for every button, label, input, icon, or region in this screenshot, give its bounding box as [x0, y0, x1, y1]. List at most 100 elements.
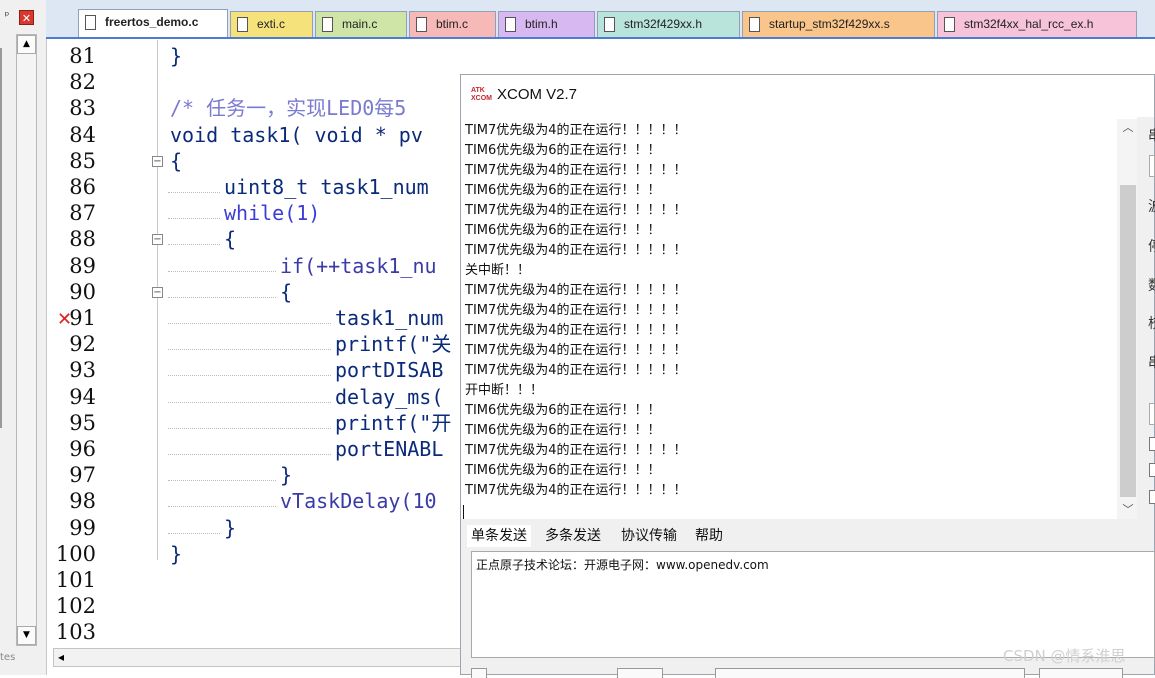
xcom-logo-icon: ATK XCOM [471, 87, 493, 105]
fold-gutter-line [157, 40, 158, 560]
receive-line: TIM7优先级为4的正在运行！！！！！ [465, 203, 687, 218]
send-options-row [471, 668, 1155, 678]
receive-line: 开中断！！！ [465, 383, 544, 398]
send-tab-2[interactable]: 协议传输 [621, 525, 677, 547]
tab-startup-stm32f429xx-s[interactable]: startup_stm32f429xx.s [742, 11, 935, 38]
line-number: 82 [69, 70, 96, 94]
line-number: 87 [69, 201, 96, 225]
line-number: 92 [69, 332, 96, 356]
code-line: /* 任务一，实现LED0每5 [170, 96, 407, 120]
open-file-button[interactable] [1039, 668, 1123, 678]
timed-send-checkbox[interactable] [471, 668, 487, 678]
settings-combo-2[interactable] [1149, 403, 1155, 425]
settings-label: 串 [1148, 125, 1155, 145]
scroll-left-icon[interactable]: ◂ [58, 649, 64, 666]
editor-horizontal-scrollbar[interactable]: ◂ [53, 648, 473, 667]
code-line: { [170, 149, 183, 173]
scroll-down-button[interactable]: ▼ [17, 626, 36, 645]
tab-stm32f4xx-hal-rcc-ex-h[interactable]: stm32f4xx_hal_rcc_ex.h [937, 11, 1137, 38]
tab-label: main.c [342, 17, 378, 31]
indent-guide [168, 297, 276, 298]
watermark: CSDN @情系淮思 [1003, 647, 1126, 665]
indent-guide [168, 533, 220, 534]
fold-toggle-icon[interactable]: − [152, 287, 163, 298]
fold-toggle-icon[interactable]: − [152, 156, 163, 167]
receive-line: TIM6优先级为6的正在运行！！！ [465, 423, 661, 438]
option-checkbox-1[interactable] [1149, 437, 1155, 451]
fold-toggle-icon[interactable]: − [152, 234, 163, 245]
project-panel-scrollbar[interactable]: ▲ ▼ [16, 34, 37, 646]
receive-line: TIM6优先级为6的正在运行！！！ [465, 403, 661, 418]
indent-guide [168, 454, 331, 455]
code-line: task1_num [335, 306, 444, 330]
file-path-input[interactable] [715, 668, 1025, 678]
indent-guide [168, 375, 331, 376]
code-line: } [280, 463, 293, 487]
line-number: 89 [69, 254, 96, 278]
code-line: portDISAB [335, 358, 444, 382]
code-line: portENABL [335, 437, 444, 461]
pin-icon[interactable]: ᵖ [1, 9, 13, 23]
xcom-title: XCOM V2.7 [497, 86, 578, 103]
receive-scroll-thumb[interactable] [1120, 185, 1136, 497]
tab-label: freertos_demo.c [105, 15, 199, 29]
code-line: void task1( void * pv [170, 123, 423, 147]
scroll-up-button[interactable]: ▲ [17, 35, 36, 54]
line-number: 94 [69, 385, 96, 409]
project-panel: ᵖ ✕ ▲ ▼ tes [0, 0, 47, 675]
settings-label: 波 [1148, 196, 1155, 216]
settings-label: 停 [1148, 236, 1155, 256]
code-line: while(1) [224, 201, 321, 225]
line-number: 86 [69, 175, 96, 199]
receive-line: TIM7优先级为4的正在运行！！！！！ [465, 123, 687, 138]
close-icon[interactable]: ✕ [19, 10, 34, 25]
receive-line: 关中断！！ [465, 263, 531, 278]
settings-label: 串 [1148, 352, 1155, 372]
line-number: 102 [55, 594, 96, 618]
tab-btim-h[interactable]: btim.h [498, 11, 595, 38]
receive-line: TIM7优先级为4的正在运行！！！！！ [465, 443, 687, 458]
tab-stm32f429xx-h[interactable]: stm32f429xx.h [597, 11, 740, 38]
code-line: } [224, 516, 237, 540]
code-line: } [170, 542, 183, 566]
file-icon [85, 15, 96, 30]
line-number: 90 [69, 280, 96, 304]
send-tab-3[interactable]: 帮助 [695, 525, 723, 547]
tab-main-c[interactable]: main.c [315, 11, 407, 38]
line-number: 95 [69, 411, 96, 435]
receive-line: TIM7优先级为4的正在运行！！！！！ [465, 283, 687, 298]
tab-exti-c[interactable]: exti.c [230, 11, 313, 38]
option-checkbox-3[interactable] [1149, 490, 1155, 504]
indent-guide [168, 323, 331, 324]
tab-label: exti.c [257, 17, 286, 31]
receive-area[interactable]: TIM7优先级为4的正在运行！！！！！ TIM6优先级为6的正在运行！！！ TIM7… [461, 117, 1137, 519]
tab-btim-c[interactable]: btim.c [409, 11, 496, 38]
line-number: 85 [69, 149, 96, 173]
tab-freertos-demo-c[interactable]: freertos_demo.c [78, 9, 228, 38]
panel-edge [0, 48, 2, 428]
scroll-down-icon[interactable]: ﹀ [1121, 501, 1135, 516]
code-line: { [280, 280, 293, 304]
send-tab-0[interactable]: 单条发送 [467, 525, 531, 547]
send-textbox[interactable]: 正点原子技术论坛：开源电子网：www.openedv.com [471, 551, 1155, 658]
receive-line: TIM7优先级为4的正在运行！！！！！ [465, 343, 687, 358]
indent-guide [168, 428, 331, 429]
logo-text-top: ATK [471, 87, 485, 94]
period-input[interactable] [617, 668, 663, 678]
receive-line: TIM7优先级为4的正在运行！！！！！ [465, 323, 687, 338]
scroll-up-icon[interactable]: ︿ [1121, 119, 1135, 134]
code-line: delay_ms( [335, 385, 444, 409]
settings-combo-1[interactable] [1149, 155, 1155, 177]
code-line: { [224, 227, 237, 251]
file-icon [416, 17, 427, 32]
send-tab-1[interactable]: 多条发送 [545, 525, 601, 547]
indent-guide [168, 271, 276, 272]
indent-guide [168, 218, 220, 219]
tab-label: btim.h [525, 17, 558, 31]
code-line: uint8_t task1_num [224, 175, 429, 199]
tab-label: btim.c [436, 17, 469, 31]
option-checkbox-2[interactable] [1149, 463, 1155, 477]
line-number: 98 [69, 489, 96, 513]
panel-status-text: tes [0, 652, 16, 663]
indent-guide [168, 480, 276, 481]
